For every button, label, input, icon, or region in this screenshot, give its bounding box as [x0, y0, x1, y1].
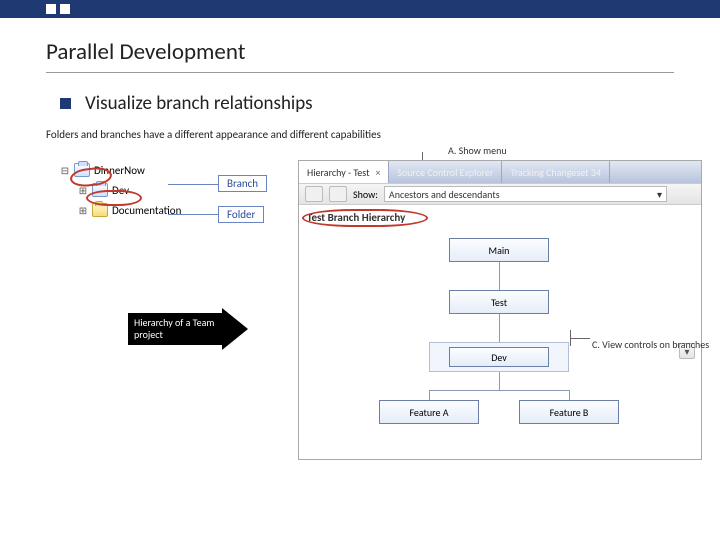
tab-label: Hierarchy - Test: [307, 166, 369, 179]
accent-square: [46, 4, 56, 14]
arrow-label: Hierarchy of a Team project: [128, 313, 222, 345]
connector: [499, 262, 500, 290]
connector: [499, 372, 500, 390]
connector: [569, 390, 570, 400]
hierarchy-window: Hierarchy - Test × Source Control Explor…: [298, 160, 702, 460]
leader-line: [168, 214, 218, 215]
accent-square: [60, 4, 70, 14]
highlight-oval: [302, 209, 428, 227]
combo-value: Ancestors and descendants: [389, 188, 500, 201]
annotation-leader: [570, 330, 571, 346]
connector: [499, 314, 500, 342]
node-dev-selected[interactable]: Dev: [429, 342, 569, 372]
annotation-a: A. Show menu: [448, 144, 507, 157]
bullet-item: Visualize branch relationships: [60, 92, 313, 115]
tab-tracking[interactable]: Tracking Changeset 34: [502, 161, 609, 183]
title-rule: [46, 72, 674, 73]
annotation-leader: [570, 338, 590, 339]
slide-title: Parallel Development: [46, 38, 245, 66]
body-subtext: Folders and branches have a different ap…: [46, 128, 381, 141]
tab-bar: Hierarchy - Test × Source Control Explor…: [299, 161, 701, 183]
show-label: Show:: [353, 188, 378, 201]
connector: [429, 390, 430, 400]
callout-branch: Branch: [218, 175, 267, 192]
leader-line: [168, 184, 218, 185]
annotation-c: C. View controls on branches: [592, 338, 712, 351]
tree-folder-row: ⊞ Documentation: [60, 200, 230, 220]
black-arrow-callout: Hierarchy of a Team project: [128, 308, 256, 350]
show-dropdown[interactable]: Ancestors and descendants ▾: [384, 186, 667, 202]
close-icon[interactable]: ×: [375, 166, 380, 179]
connector: [429, 390, 569, 391]
bullet-marker: [60, 98, 71, 109]
node-feature-b[interactable]: Feature B: [519, 400, 619, 424]
toolbar-button[interactable]: [305, 186, 323, 202]
bullet-text: Visualize branch relationships: [85, 92, 313, 115]
tab-label: Source Control Explorer: [397, 166, 493, 179]
branch-diagram: Main Test Dev Feature A Feature B: [299, 230, 701, 440]
toolbar: Show: Ancestors and descendants ▾: [299, 183, 701, 205]
arrow-head-icon: [222, 308, 248, 350]
tab-hierarchy[interactable]: Hierarchy - Test ×: [299, 161, 389, 183]
node-main[interactable]: Main: [449, 238, 549, 262]
toolbar-button[interactable]: [329, 186, 347, 202]
node-dev-inner: Dev: [449, 347, 549, 367]
expand-glyph: ⊟: [60, 164, 70, 177]
tab-source-control[interactable]: Source Control Explorer: [389, 161, 502, 183]
tab-label: Tracking Changeset 34: [510, 166, 600, 179]
chevron-down-icon: ▾: [657, 188, 662, 201]
node-test[interactable]: Test: [449, 290, 549, 314]
slide-accent-bar: [0, 0, 720, 18]
node-feature-a[interactable]: Feature A: [379, 400, 479, 424]
expand-glyph: ⊞: [78, 204, 88, 217]
callout-folder: Folder: [218, 206, 264, 223]
highlight-oval: [86, 190, 142, 206]
